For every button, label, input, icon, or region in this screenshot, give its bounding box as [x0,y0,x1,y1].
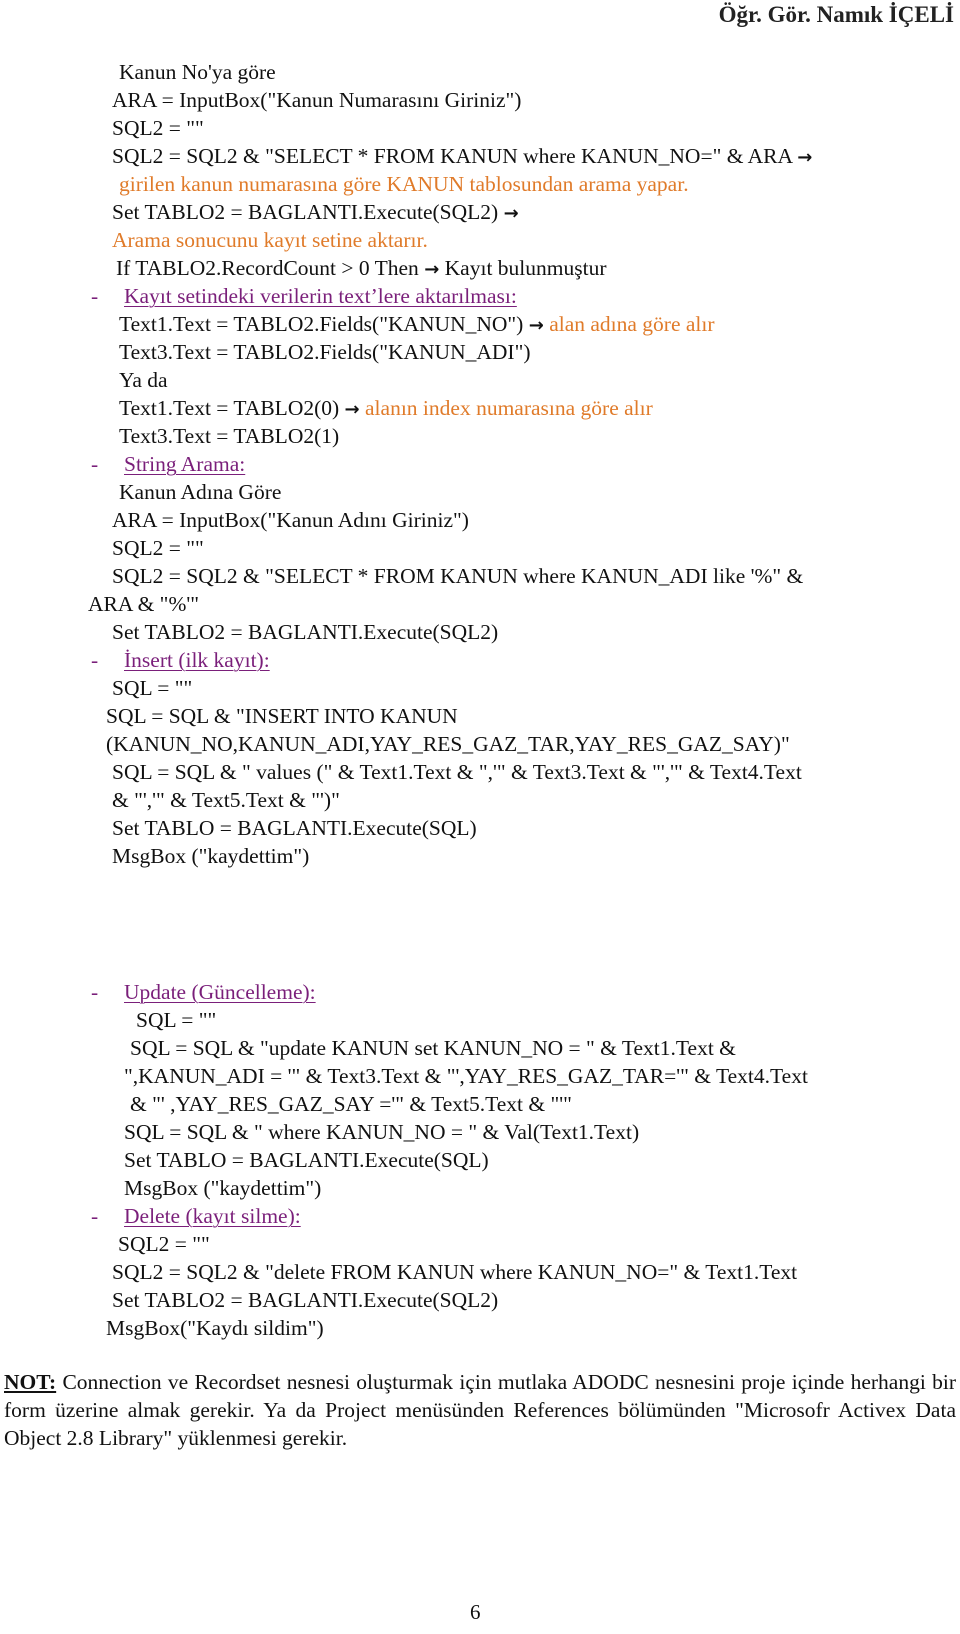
code-line: ARA = InputBox("Kanun Numarasını Giriniz… [112,88,522,112]
code-line: Kanun No'ya göre [119,60,276,84]
code-line: MsgBox("Kaydı sildim") [106,1316,324,1340]
code-text: SQL2 = SQL2 & "SELECT * FROM KANUN where… [112,144,792,168]
note-paragraph: NOT: Connection ve Recordset nesnesi olu… [4,1368,956,1452]
arrow-right-icon: → [503,203,519,224]
section-heading: İnsert (ilk kayıt): [124,648,270,672]
code-line: Set TABLO2 = BAGLANTI.Execute(SQL2) → [112,199,519,227]
code-line: Set TABLO = BAGLANTI.Execute(SQL) [112,816,477,840]
code-text: Text1.Text = TABLO2.Fields("KANUN_NO") [119,312,524,336]
arrow-right-icon: → [424,259,440,280]
section-heading: Update (Güncelleme): [124,980,316,1004]
code-line: Set TABLO = BAGLANTI.Execute(SQL) [124,1148,489,1172]
section-heading: Delete (kayıt silme): [124,1204,301,1228]
code-line: & "','" & Text5.Text & "')" [112,788,340,812]
code-line: SQL = SQL & " values (" & Text1.Text & "… [112,760,802,784]
code-line: & "' ,YAY_RES_GAZ_SAY ='" & Text5.Text &… [130,1092,572,1116]
code-line: Text3.Text = TABLO2(1) [119,424,340,448]
code-line: SQL2 = "" [112,536,204,560]
code-line: SQL = "" [136,1008,217,1032]
code-line: (KANUN_NO,KANUN_ADI,YAY_RES_GAZ_TAR,YAY_… [106,732,790,756]
code-text: Set TABLO2 = BAGLANTI.Execute(SQL2) [112,200,499,224]
code-line: SQL = SQL & "INSERT INTO KANUN [106,704,458,728]
code-line: SQL2 = SQL2 & "SELECT * FROM KANUN where… [112,143,812,171]
code-line: SQL = SQL & " where KANUN_NO = " & Val(T… [124,1120,640,1144]
code-line: Text1.Text = TABLO2.Fields("KANUN_NO") →… [119,311,715,339]
bullet-dash: - [91,284,99,308]
code-line: Set TABLO2 = BAGLANTI.Execute(SQL2) [112,620,499,644]
bullet-dash: - [91,648,99,672]
section-heading: Kayıt setindeki verilerin text’lere akta… [124,284,517,308]
code-line: MsgBox ("kaydettim") [124,1176,322,1200]
code-text: Text1.Text = TABLO2(0) [119,396,340,420]
arrow-right-icon: → [528,315,544,336]
section-heading: String Arama: [124,452,246,476]
arrow-right-icon: → [797,147,813,168]
comment-line: girilen kanun numarasına göre KANUN tabl… [119,172,689,196]
code-line: MsgBox ("kaydettim") [112,844,310,868]
bullet-dash: - [91,980,99,1004]
bullet-dash: - [91,1204,99,1228]
code-line: ",KANUN_ADI = '" & Text3.Text & "',YAY_R… [124,1064,808,1088]
code-line: SQL2 = "" [112,116,204,140]
code-line: SQL2 = "" [118,1232,210,1256]
code-line: Kanun Adına Göre [119,480,282,504]
code-line: SQL = "" [112,676,193,700]
page-header-author: Öğr. Gör. Namık İÇELİ [718,2,954,27]
code-line: Text3.Text = TABLO2.Fields("KANUN_ADI") [119,340,531,364]
code-line: SQL = SQL & "update KANUN set KANUN_NO =… [130,1036,736,1060]
bullet-dash: - [91,452,99,476]
code-text: If TABLO2.RecordCount > 0 Then [116,256,419,280]
comment-text: alan adına göre alır [549,312,715,336]
page-number: 6 [470,1600,481,1624]
code-text: Kayıt bulunmuştur [444,256,607,280]
code-line: If TABLO2.RecordCount > 0 Then → Kayıt b… [116,255,607,283]
code-line: Set TABLO2 = BAGLANTI.Execute(SQL2) [112,1288,499,1312]
comment-text: alanın index numarasına göre alır [365,396,653,420]
code-line: Text1.Text = TABLO2(0) → alanın index nu… [119,395,653,423]
code-line: SQL2 = SQL2 & "delete FROM KANUN where K… [112,1260,798,1284]
note-label: NOT: [4,1370,57,1394]
code-line: SQL2 = SQL2 & "SELECT * FROM KANUN where… [112,564,804,588]
arrow-right-icon: → [344,399,360,420]
comment-line: Arama sonucunu kayıt setine aktarır. [112,228,428,252]
code-line: ARA = InputBox("Kanun Adını Giriniz") [112,508,469,532]
note-text: Connection ve Recordset nesnesi oluşturm… [4,1370,956,1450]
code-line: ARA & "%'" [88,592,200,616]
code-line: Ya da [119,368,168,392]
